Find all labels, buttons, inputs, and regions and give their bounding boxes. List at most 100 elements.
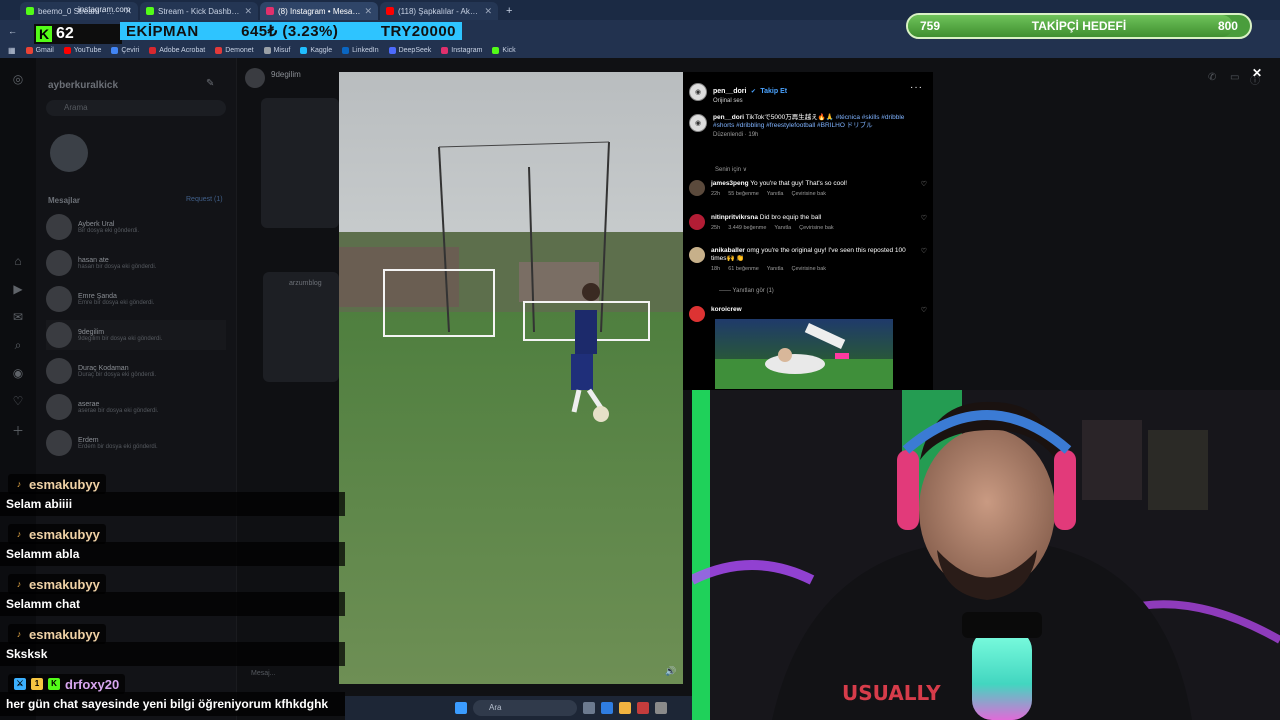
store-icon[interactable] [655,702,667,714]
reply-link[interactable]: Yanıtla [774,225,791,231]
like-comment-icon[interactable]: ♡ [921,214,927,231]
close-tab-icon[interactable]: ✕ [244,6,252,17]
edge-icon[interactable] [601,702,613,714]
conversation-item[interactable]: aserae aserae bir dosya eki gönderdi. [46,392,226,422]
reply-link[interactable]: Yanıtla [767,266,784,272]
moderator-badge-icon: ⚔ [14,678,26,690]
commenter-avatar[interactable] [689,306,705,322]
acrobat-icon [149,46,157,54]
comment-image[interactable] [715,319,893,389]
bookmark-deepseek[interactable]: DeepSeek [388,46,431,54]
bookmark-misuf[interactable]: Misuf [263,46,290,54]
tab-youtube[interactable]: (118) Şapkalılar - Aksoy Dub S ✕ [380,2,498,20]
bookmark-instagram[interactable]: Instagram [441,46,482,54]
bookmark-ceviri[interactable]: Çeviri [111,46,139,54]
deepseek-icon [388,46,396,54]
audio-label[interactable]: Orijinal ses [713,98,787,104]
bookmark-youtube[interactable]: YouTube [63,46,101,54]
conversation-item[interactable]: Emre Şanda Emre bir dosya eki gönderdi. [46,284,226,314]
like-comment-icon[interactable]: ♡ [921,306,927,322]
commenter-avatar[interactable] [689,247,705,263]
new-tab-button[interactable]: + [500,2,518,20]
reply-link[interactable]: Yanıtla [767,191,784,197]
bookmark-kick[interactable]: Kick [492,46,516,54]
comment-sort-dropdown[interactable]: Senin için ∨ [715,166,747,173]
instagram-logo-icon[interactable]: ◎ [11,72,25,86]
tab-instagram[interactable]: (8) Instagram • Mesajlar ✕ [260,2,378,20]
calendar-icon[interactable] [637,702,649,714]
chat-message: her gün chat sayesinde yeni bilgi öğreni… [0,692,345,716]
url-field[interactable]: instagram.com [78,5,130,14]
follower-target: 800 [1217,19,1238,33]
linkedin-icon [342,46,350,54]
translate-link[interactable]: Çevirisine bak [799,225,834,231]
gmail-icon [25,46,33,54]
search-input[interactable]: Arama [46,100,226,116]
file-explorer-icon[interactable] [619,702,631,714]
video-call-icon[interactable]: ▭ [1230,72,1239,83]
note-avatar[interactable] [50,134,88,172]
translate-link[interactable]: Çevirisine bak [792,266,827,272]
view-replies-link[interactable]: —— Yanıtları gör (1) [719,288,774,294]
author-avatar[interactable]: ◉ [689,83,707,101]
chat-username-chip: ♪ esmakubyy [8,574,106,594]
kick-icon [492,46,500,54]
like-comment-icon[interactable]: ♡ [921,247,927,272]
bookmark-gmail[interactable]: Gmail [25,46,54,54]
heart-icon[interactable]: ♡ [11,394,25,408]
instagram-favicon-icon [266,7,274,15]
home-icon[interactable]: ⌂ [11,254,25,268]
conversation-item[interactable]: Duraç Kodaman Duraç bir dosya eki gönderd… [46,356,226,386]
chat-avatar [245,68,265,88]
tab-title: Stream - Kick Dashboard [158,6,241,16]
search-icon[interactable]: ⌕ [11,338,25,352]
phone-icon[interactable]: ✆ [1208,72,1216,83]
commenter-avatar[interactable] [689,214,705,230]
avatar [46,286,72,312]
windows-start-icon[interactable] [455,702,467,714]
apps-grid-icon[interactable]: ▦ [8,46,16,55]
follow-button[interactable]: Takip Et [760,88,787,95]
messenger-icon[interactable]: ✉ [11,310,25,324]
conversation-item-active[interactable]: 9degilim 9degilim bir dosya eki gönderdi. [46,320,226,350]
close-tab-icon[interactable]: ✕ [364,6,372,17]
reel-video[interactable]: 🔊 [339,72,683,684]
bookmark-linkedin[interactable]: LinkedIn [342,46,379,54]
shared-post-preview[interactable] [261,98,339,228]
svg-text:USUALLY: USUALLY [842,681,941,705]
tab-kick-dashboard[interactable]: Stream - Kick Dashboard ✕ [140,2,258,20]
author-avatar[interactable]: ◉ [689,114,707,132]
more-options-icon[interactable]: ··· [910,82,923,93]
chat-username-chip: ⚔ 1 K drfoxy20 [8,674,126,694]
bookmark-demonet[interactable]: Demonet [215,46,254,54]
account-username[interactable]: ayberkuralkick [48,80,118,91]
conversation-item[interactable]: hasan ate hasan bir dosya eki gönderdi. [46,248,226,278]
explore-icon[interactable]: ◉ [11,366,25,380]
commenter-avatar[interactable] [689,180,705,196]
bookmark-acrobat[interactable]: Adobe Acrobat [149,46,205,54]
reels-icon[interactable]: ▶ [11,282,25,296]
avatar [46,322,72,348]
translate-icon [111,46,119,54]
like-comment-icon[interactable]: ♡ [921,180,927,197]
verified-icon: ✔ [750,89,756,95]
back-arrow-icon[interactable]: ← [8,26,17,36]
chat-message: Sksksk [0,642,345,666]
task-view-icon[interactable] [583,702,595,714]
youtube-icon [63,46,71,54]
chat-name[interactable]: 9degilim [271,70,301,79]
shared-post-preview[interactable]: arzumblog [263,272,339,382]
compose-icon[interactable]: ✎ [206,78,214,89]
create-icon[interactable]: ＋ [11,422,25,438]
avatar [46,394,72,420]
close-modal-icon[interactable]: ✕ [1252,66,1262,80]
author-username[interactable]: pen__dori [713,88,746,95]
conversation-item[interactable]: Ayberk Ural Bir dosya eki gönderdi. [46,212,226,242]
close-tab-icon[interactable]: ✕ [484,6,492,17]
translate-link[interactable]: Çevirisine bak [792,191,827,197]
taskbar-search[interactable]: Ara [473,700,577,716]
chat-username-chip: ♪ esmakubyy [8,524,106,544]
conversation-item[interactable]: Erdem Erdem bir dosya eki gönderdi. [46,428,226,458]
requests-link[interactable]: Request (1) [186,196,223,203]
bookmark-kaggle[interactable]: Kaggle [300,46,332,54]
